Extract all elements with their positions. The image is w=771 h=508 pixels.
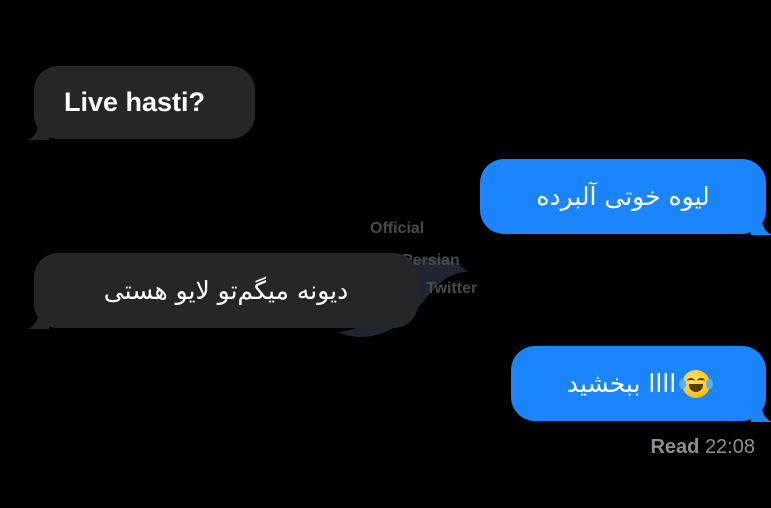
read-time: 22:08	[704, 436, 755, 458]
bubble-tail-icon	[751, 400, 771, 422]
watermark-line1: Official	[370, 220, 425, 237]
bubble-tail-icon	[751, 213, 771, 235]
message-bubble-sent[interactable]: اااا ببخشید	[511, 346, 771, 422]
read-receipt: Read 22:08	[650, 436, 755, 459]
message-text: دیونه میگم‌تو لایو هستی	[103, 276, 349, 305]
message-bubble-sent[interactable]: لیوه خوتی آلبرده	[480, 159, 771, 235]
message-text: لیوه خوتی آلبرده	[536, 182, 710, 211]
message-bubble-received[interactable]: Live hasti?	[27, 66, 255, 140]
bubble-tail-icon	[27, 118, 49, 140]
read-label: Read	[650, 436, 700, 458]
message-text: اااا ببخشید	[566, 369, 677, 398]
message-bubble-received[interactable]: دیونه میگم‌تو لایو هستی	[27, 253, 418, 329]
face-with-tears-of-joy-icon	[679, 369, 714, 398]
bubble-tail-icon	[27, 307, 49, 329]
message-text: Live hasti?	[64, 87, 206, 117]
watermark-line3: Twitter	[426, 280, 478, 297]
